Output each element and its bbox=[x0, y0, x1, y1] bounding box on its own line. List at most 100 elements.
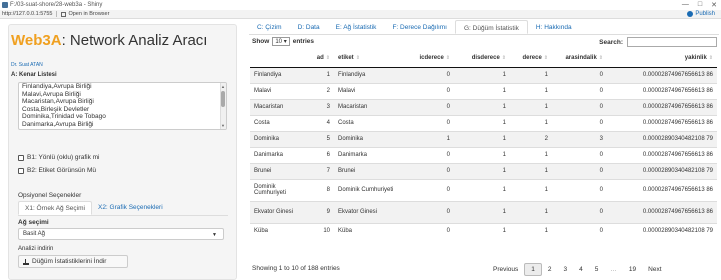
tab-data[interactable]: D: Data bbox=[290, 20, 328, 34]
table-cell: 0.00002874967656613 86 bbox=[607, 82, 717, 99]
table-row[interactable]: Danimarka 6 Danimarka 0 1 1 0 0.000028749676566… bbox=[250, 146, 717, 163]
edge-list-textarea[interactable]: Finlandiya,Avrupa Birliği Malavi,Avrupa … bbox=[18, 82, 227, 130]
column-header[interactable]: etiket ⇕ bbox=[334, 50, 398, 68]
table-cell: Brunei bbox=[334, 162, 398, 179]
column-header[interactable]: ad ⇕ bbox=[308, 50, 334, 68]
table-cell: 0 bbox=[398, 82, 454, 99]
table-row[interactable]: Costa 4 Costa 0 1 1 0 0.00002874967656613 86 bbox=[250, 114, 717, 131]
table-cell: Costa bbox=[334, 114, 398, 131]
table-cell: 2 bbox=[510, 130, 552, 147]
table-body: Finlandiya 1 Finlandiya 0 1 1 0 0.0000287496765… bbox=[250, 66, 717, 239]
table-cell: Brunei bbox=[250, 162, 308, 179]
tab-network-stats[interactable]: E: Ağ İstatistik bbox=[328, 20, 385, 34]
sort-icon: ⇕ bbox=[543, 55, 548, 62]
table-cell: 0 bbox=[552, 82, 607, 99]
open-in-browser-button[interactable]: Open in Browser bbox=[61, 11, 109, 17]
page-length-control: Show 10 ▾ entries bbox=[252, 37, 314, 46]
table-cell: 5 bbox=[308, 130, 334, 147]
page-button-1[interactable]: 1 bbox=[524, 263, 542, 276]
table-cell: 1 bbox=[510, 162, 552, 179]
app-title-rest: : Network Analiz Aracı bbox=[61, 32, 208, 49]
checkbox-icon[interactable] bbox=[18, 167, 24, 174]
viewer-toolbar: http://127.0.0.1:5755 Open in Browser Pu… bbox=[0, 10, 721, 19]
column-header[interactable]: derece ⇕ bbox=[510, 50, 552, 68]
table-cell: Danimarka bbox=[250, 146, 308, 163]
page-button-4[interactable]: 4 bbox=[573, 264, 589, 275]
table-cell: 0.00002874967656613 86 bbox=[607, 178, 717, 201]
column-header[interactable]: disderece ⇕ bbox=[454, 50, 510, 68]
page-button-3[interactable]: 3 bbox=[558, 264, 574, 275]
column-header[interactable]: icderece ⇕ bbox=[398, 50, 454, 68]
table-cell: 0.00002874967656613 86 bbox=[607, 66, 717, 83]
table-row[interactable]: Dominika 5 Dominika 1 1 2 3 0.00002890340482108… bbox=[250, 130, 717, 147]
table-search: Search: bbox=[599, 37, 717, 47]
table-cell: 4 bbox=[308, 114, 334, 131]
previous-page-button[interactable]: Previous bbox=[487, 264, 524, 275]
tab-drawing[interactable]: C: Çizim bbox=[249, 20, 290, 34]
table-row[interactable]: Brunei 7 Brunei 0 1 1 0 0.00002890340482108 79 bbox=[250, 162, 717, 179]
table-row[interactable]: Finlandiya 1 Finlandiya 0 1 1 0 0.0000287496765… bbox=[250, 66, 717, 83]
download-section-label: Analizi indirin bbox=[18, 246, 54, 252]
table-row[interactable]: Dominik Cumhuriyeti 8 Dominik Cumhuriyeti 0… bbox=[250, 178, 717, 201]
scroll-down-icon[interactable]: ▼ bbox=[221, 123, 225, 128]
table-row[interactable]: Ekvator Ginesi 9 Ekvator Ginesi 0 1 1 0 0.00002… bbox=[250, 200, 717, 223]
tab-about[interactable]: H: Hakkında bbox=[528, 20, 580, 34]
table-cell: 0 bbox=[398, 66, 454, 83]
table-cell: 0 bbox=[552, 178, 607, 201]
tab-degree-distribution[interactable]: F: Derece Dağılımı bbox=[384, 20, 455, 34]
page-length-select[interactable]: 10 ▾ bbox=[272, 37, 290, 46]
search-input[interactable] bbox=[627, 37, 717, 47]
column-header-label: etiket bbox=[338, 55, 354, 62]
entries-label: entries bbox=[292, 38, 315, 45]
directed-checkbox[interactable]: B1: Yönlü (oklu) grafik mi bbox=[18, 154, 100, 161]
edge-list-line: Macaristan,Avrupa Birliği bbox=[22, 98, 94, 105]
publish-button[interactable]: Publish bbox=[687, 11, 715, 17]
table-cell: 0 bbox=[398, 114, 454, 131]
table-cell: 0 bbox=[398, 98, 454, 115]
column-header[interactable]: yakinlik ⇕ bbox=[607, 50, 717, 68]
table-row[interactable]: Küba 10 Küba 0 1 1 0 0.00002890340482108 79 bbox=[250, 222, 717, 239]
column-header-label: arasindalik bbox=[565, 55, 597, 62]
tab-sample-network[interactable]: X1: Örnek Ağ Seçimi bbox=[18, 201, 92, 215]
column-header[interactable] bbox=[250, 50, 308, 68]
scrollbar-thumb[interactable] bbox=[221, 91, 225, 107]
edge-list-line: Dominika,Trinidad ve Tobago bbox=[22, 113, 106, 120]
scroll-up-icon[interactable]: ▲ bbox=[221, 84, 225, 89]
page-button-19[interactable]: 19 bbox=[623, 264, 642, 275]
labels-checkbox[interactable]: B2: Etiket Görünsün Mü bbox=[18, 167, 96, 174]
network-select-value: Basit Ağ bbox=[23, 231, 46, 237]
table-cell: 1 bbox=[454, 82, 510, 99]
table-cell: Danimarka bbox=[334, 146, 398, 163]
download-button[interactable]: Düğüm İstatistiklerini İndir bbox=[18, 255, 128, 268]
page-button-5[interactable]: 5 bbox=[589, 264, 605, 275]
tab-node-stats[interactable]: G: Düğüm İstatistik bbox=[454, 20, 528, 34]
table-cell: 0 bbox=[552, 114, 607, 131]
table-row[interactable]: Macaristan 3 Macaristan 0 1 1 0 0.0000287496765… bbox=[250, 98, 717, 115]
table-cell: Küba bbox=[250, 222, 308, 239]
search-label: Search: bbox=[599, 38, 623, 46]
column-header[interactable]: arasindalik ⇕ bbox=[552, 50, 607, 68]
close-button[interactable]: ✕ bbox=[711, 1, 717, 9]
table-cell: 0.00002874967656613 86 bbox=[607, 146, 717, 163]
table-cell: 1 bbox=[510, 98, 552, 115]
table-row[interactable]: Malavi 2 Malavi 0 1 1 0 0.00002874967656613 86 bbox=[250, 82, 717, 99]
column-header-label: icderece bbox=[419, 55, 444, 62]
network-select[interactable]: Basit Ağ ▼ bbox=[18, 228, 224, 240]
chevron-down-icon: ▼ bbox=[212, 232, 217, 238]
table-cell: 1 bbox=[510, 82, 552, 99]
table-cell: 1 bbox=[510, 66, 552, 83]
app-title-brand: Web3A bbox=[11, 32, 62, 49]
table-cell: 1 bbox=[510, 200, 552, 223]
column-header-label: derece bbox=[522, 55, 542, 62]
checkbox-icon[interactable] bbox=[18, 154, 24, 161]
table-cell: Dominika bbox=[250, 130, 308, 147]
author-link[interactable]: Dr. Suat ATAN bbox=[11, 62, 43, 68]
next-page-button[interactable]: Next bbox=[642, 264, 667, 275]
download-icon bbox=[23, 258, 29, 265]
table-cell: 0 bbox=[398, 162, 454, 179]
tab-graph-options[interactable]: X2: Grafik Seçenekleri bbox=[92, 201, 169, 215]
maximize-button[interactable]: □ bbox=[698, 1, 702, 9]
table-cell: 1 bbox=[510, 114, 552, 131]
page-button-2[interactable]: 2 bbox=[542, 264, 558, 275]
minimize-button[interactable]: — bbox=[682, 1, 689, 9]
